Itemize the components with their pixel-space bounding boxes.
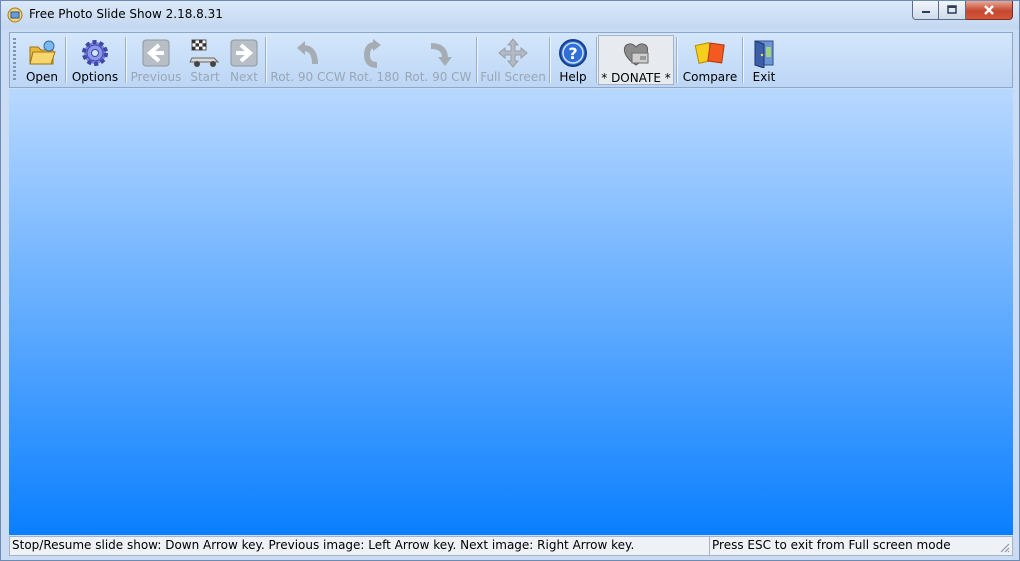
donate-button[interactable]: * DONATE * xyxy=(598,35,674,85)
full-screen-label: Full Screen xyxy=(480,70,546,84)
compare-label: Compare xyxy=(682,70,738,84)
rotate-ccw-icon xyxy=(297,41,318,65)
previous-label: Previous xyxy=(130,70,182,84)
toolbar-separator xyxy=(676,37,677,83)
full-screen-button[interactable]: Full Screen xyxy=(480,35,546,85)
open-button[interactable]: Open xyxy=(21,35,63,85)
toolbar-separator xyxy=(596,37,597,83)
exit-label: Exit xyxy=(752,70,776,84)
options-button[interactable]: Options xyxy=(68,35,122,85)
rotate-cw-label: Rot. 90 CW xyxy=(404,70,472,84)
app-icon[interactable] xyxy=(7,7,23,23)
options-label: Options xyxy=(71,70,119,84)
rotate-cw-button[interactable]: Rot. 90 CW xyxy=(402,35,474,85)
toolbar-separator xyxy=(125,37,126,83)
toolbar-grip[interactable] xyxy=(13,38,16,82)
close-icon xyxy=(984,5,994,15)
resize-grip-icon[interactable] xyxy=(998,541,1010,553)
status-hint-keys: Stop/Resume slide show: Down Arrow key. … xyxy=(10,537,710,555)
gear-icon xyxy=(82,40,108,66)
cards-icon xyxy=(694,42,725,64)
help-button[interactable]: ? Help xyxy=(553,35,593,85)
toolbar-separator xyxy=(476,37,477,83)
maximize-button[interactable] xyxy=(939,1,966,20)
fullscreen-arrows-icon xyxy=(498,38,528,68)
toolbar: Open Options Previous Start Next Rot. 90… xyxy=(9,32,1013,88)
svg-text:?: ? xyxy=(568,44,577,63)
app-window: Free Photo Slide Show 2.18.8.31 Open Opt… xyxy=(0,0,1020,561)
toolbar-separator xyxy=(742,37,743,83)
close-button[interactable] xyxy=(966,1,1013,20)
exit-door-icon xyxy=(754,40,774,68)
title-bar[interactable]: Free Photo Slide Show 2.18.8.31 xyxy=(1,1,1019,29)
rotate-180-label: Rot. 180 xyxy=(349,70,400,84)
help-icon: ? xyxy=(559,39,587,67)
toolbar-separator xyxy=(65,37,66,83)
heart-wallet-icon xyxy=(623,43,649,66)
next-button[interactable]: Next xyxy=(226,35,262,85)
toolbar-separator xyxy=(265,37,266,83)
status-bar: Stop/Resume slide show: Down Arrow key. … xyxy=(9,536,1013,556)
start-label: Start xyxy=(190,70,220,84)
rotate-180-button[interactable]: Rot. 180 xyxy=(349,35,399,85)
race-car-flag-icon xyxy=(189,39,220,67)
minimize-icon xyxy=(921,11,930,13)
donate-label: * DONATE * xyxy=(601,71,671,85)
open-label: Open xyxy=(25,70,59,84)
maximize-icon xyxy=(947,5,957,14)
rotate-180-icon xyxy=(363,39,381,68)
rotate-cw-icon xyxy=(430,43,452,66)
slide-display-area[interactable] xyxy=(9,89,1013,535)
rotate-ccw-label: Rot. 90 CCW xyxy=(270,70,346,84)
minimize-button[interactable] xyxy=(912,1,939,20)
rotate-ccw-button[interactable]: Rot. 90 CCW xyxy=(270,35,346,85)
start-button[interactable]: Start xyxy=(185,35,225,85)
next-label: Next xyxy=(230,70,258,84)
window-controls xyxy=(912,1,1013,21)
arrow-right-icon xyxy=(230,39,258,67)
previous-button[interactable]: Previous xyxy=(129,35,183,85)
arrow-left-icon xyxy=(142,39,170,67)
folder-open-icon xyxy=(29,40,56,65)
compare-button[interactable]: Compare xyxy=(680,35,740,85)
window-title: Free Photo Slide Show 2.18.8.31 xyxy=(29,7,223,21)
toolbar-separator xyxy=(549,37,550,83)
help-label: Help xyxy=(559,70,587,84)
status-hint-fullscreen: Press ESC to exit from Full screen mode xyxy=(712,538,951,552)
exit-button[interactable]: Exit xyxy=(746,35,782,85)
